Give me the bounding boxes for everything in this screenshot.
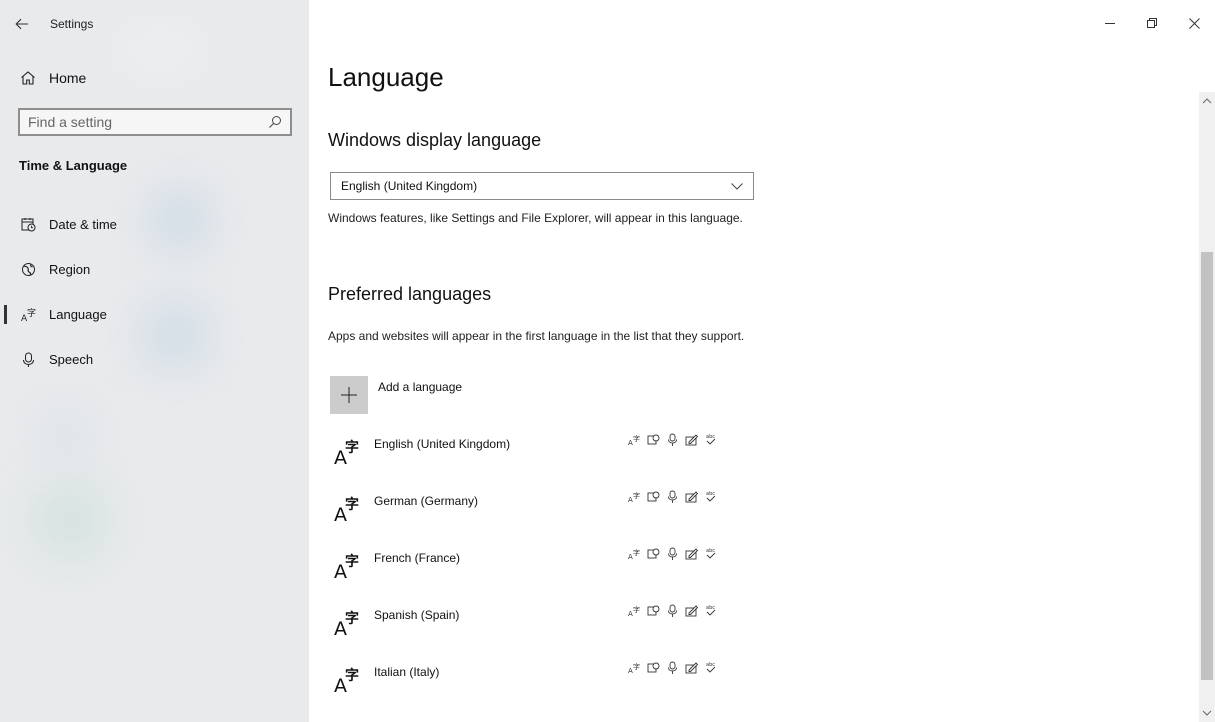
svg-text:abc: abc bbox=[706, 548, 715, 554]
handwriting-icon bbox=[685, 547, 698, 560]
preferred-languages-description: Apps and websites will appear in the fir… bbox=[328, 329, 745, 343]
home-icon bbox=[21, 71, 35, 85]
svg-text:abc: abc bbox=[706, 434, 715, 440]
display-language-icon: A字 bbox=[628, 661, 641, 674]
sidebar-item-date-time[interactable]: Date & time bbox=[0, 202, 309, 247]
text-to-speech-icon bbox=[647, 547, 660, 560]
calendar-clock-icon bbox=[20, 217, 36, 233]
search-input[interactable] bbox=[28, 114, 268, 130]
scroll-up-icon[interactable] bbox=[1202, 96, 1212, 106]
sidebar-item-region[interactable]: Region bbox=[0, 247, 309, 292]
plus-icon bbox=[330, 376, 368, 414]
language-features: A 字 abc bbox=[628, 604, 717, 617]
text-to-speech-icon bbox=[647, 490, 660, 503]
handwriting-icon bbox=[685, 433, 698, 446]
language-name: English (United Kingdom) bbox=[374, 437, 511, 451]
sidebar-item-speech[interactable]: Speech bbox=[0, 337, 309, 382]
speech-recognition-icon bbox=[666, 490, 679, 503]
language-icon: A字 bbox=[334, 668, 359, 697]
spell-check-icon: abc bbox=[704, 604, 717, 617]
text-to-speech-icon bbox=[647, 433, 660, 446]
settings-window: Settings Home Time & Language bbox=[0, 0, 1215, 722]
spell-check-icon: abc bbox=[704, 661, 717, 674]
language-features: A 字 abc bbox=[628, 547, 717, 560]
speech-recognition-icon bbox=[666, 433, 679, 446]
language-row[interactable]: A字 German (Germany) A 字 abc bbox=[330, 482, 760, 539]
svg-text:abc: abc bbox=[706, 662, 715, 668]
language-name: French (France) bbox=[374, 551, 461, 565]
scroll-thumb[interactable] bbox=[1201, 252, 1213, 680]
chevron-down-icon bbox=[731, 182, 743, 190]
page-title: Language bbox=[328, 62, 444, 92]
language-icon: A 字 bbox=[20, 307, 36, 323]
language-row[interactable]: A字 Spanish (Spain) A 字 abc bbox=[330, 596, 760, 653]
handwriting-icon bbox=[685, 661, 698, 674]
language-row[interactable]: A字 French (France) A 字 abc bbox=[330, 539, 760, 596]
svg-text:字: 字 bbox=[633, 491, 640, 500]
globe-icon bbox=[20, 262, 36, 278]
language-icon: A字 bbox=[334, 497, 359, 526]
svg-text:字: 字 bbox=[633, 434, 640, 443]
speech-recognition-icon bbox=[666, 604, 679, 617]
language-features: A 字 abc bbox=[628, 661, 717, 674]
language-features: A 字 abc bbox=[628, 433, 717, 446]
svg-text:字: 字 bbox=[27, 307, 36, 319]
scrollbar[interactable] bbox=[1199, 92, 1215, 722]
text-to-speech-icon bbox=[647, 661, 660, 674]
title-bar: Settings bbox=[0, 0, 309, 48]
svg-text:字: 字 bbox=[633, 548, 640, 557]
app-title: Settings bbox=[50, 17, 94, 31]
sidebar-item-label: Language bbox=[49, 307, 107, 322]
language-name: Spanish (Spain) bbox=[374, 608, 460, 622]
language-name: German (Germany) bbox=[374, 494, 479, 508]
preferred-languages-heading: Preferred languages bbox=[328, 284, 492, 304]
spell-check-icon: abc bbox=[704, 547, 717, 560]
display-language-heading: Windows display language bbox=[328, 130, 542, 150]
sidebar-item-label: Date & time bbox=[49, 217, 117, 232]
speech-recognition-icon bbox=[666, 547, 679, 560]
sidebar-nav: Date & time Region A 字 Language Speech bbox=[0, 202, 309, 382]
sidebar: Settings Home Time & Language bbox=[0, 0, 309, 722]
svg-text:字: 字 bbox=[633, 662, 640, 671]
spell-check-icon: abc bbox=[704, 490, 717, 503]
sidebar-section-title: Time & Language bbox=[19, 158, 128, 173]
back-arrow-icon bbox=[15, 18, 28, 30]
language-icon: A字 bbox=[334, 440, 359, 469]
sidebar-item-home[interactable]: Home bbox=[0, 60, 309, 96]
handwriting-icon bbox=[685, 604, 698, 617]
svg-text:abc: abc bbox=[706, 605, 715, 611]
search-icon[interactable] bbox=[268, 115, 282, 129]
text-to-speech-icon bbox=[647, 604, 660, 617]
display-language-description: Windows features, like Settings and File… bbox=[328, 211, 743, 225]
language-row[interactable]: A字 English (United Kingdom) A 字 abc bbox=[330, 425, 760, 482]
add-language-button[interactable]: Add a language bbox=[330, 376, 462, 414]
language-name: Italian (Italy) bbox=[374, 665, 440, 679]
main-content: Language Windows display language Englis… bbox=[309, 0, 1199, 722]
language-icon: A字 bbox=[334, 611, 359, 640]
display-language-dropdown[interactable]: English (United Kingdom) bbox=[330, 172, 754, 200]
preferred-language-list: A字 English (United Kingdom) A 字 abc A字 Ger… bbox=[330, 425, 760, 710]
svg-text:字: 字 bbox=[633, 605, 640, 614]
svg-text:abc: abc bbox=[706, 491, 715, 497]
back-button[interactable] bbox=[0, 0, 44, 48]
language-features: A 字 abc bbox=[628, 490, 717, 503]
sidebar-item-label: Speech bbox=[49, 352, 94, 367]
handwriting-icon bbox=[685, 490, 698, 503]
search-field[interactable] bbox=[18, 108, 292, 136]
display-language-icon: A字 bbox=[628, 433, 641, 446]
microphone-icon bbox=[20, 352, 36, 368]
language-row[interactable]: A字 Italian (Italy) A 字 abc bbox=[330, 653, 760, 710]
display-language-icon: A字 bbox=[628, 604, 641, 617]
sidebar-item-language[interactable]: A 字 Language bbox=[0, 292, 309, 337]
display-language-icon: A字 bbox=[628, 547, 641, 560]
language-icon: A字 bbox=[334, 554, 359, 583]
speech-recognition-icon bbox=[666, 661, 679, 674]
spell-check-icon: abc bbox=[704, 433, 717, 446]
display-language-icon: A字 bbox=[628, 490, 641, 503]
add-language-label: Add a language bbox=[378, 380, 463, 394]
sidebar-item-label: Home bbox=[49, 70, 87, 86]
scroll-down-icon[interactable] bbox=[1202, 708, 1212, 718]
sidebar-item-label: Region bbox=[49, 262, 91, 277]
display-language-value: English (United Kingdom) bbox=[341, 179, 478, 193]
